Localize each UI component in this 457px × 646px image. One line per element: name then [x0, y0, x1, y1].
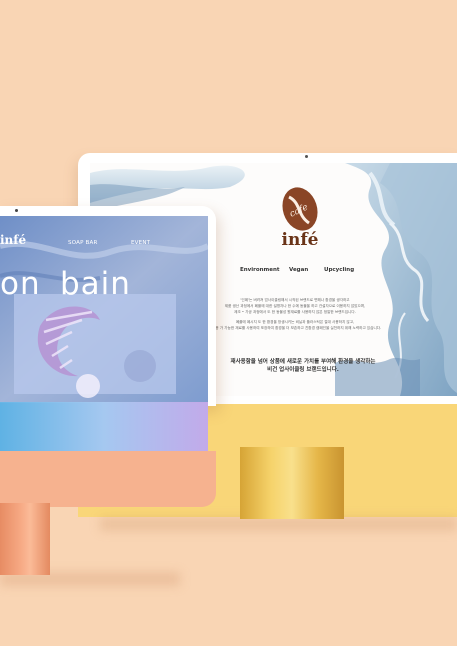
intro-paragraph: '인페'는 버려져 업사이클링해서 시작된 브랜드로 변해나 환경을 생각하고 … — [185, 297, 405, 331]
back-stand-shadow — [100, 517, 457, 531]
back-monitor-stand — [240, 447, 344, 519]
holographic-strip — [0, 403, 208, 451]
brand-name: infé — [281, 230, 319, 250]
slogan-line: 비건 업사이클링 브랜드입니다. — [267, 367, 339, 373]
front-monitor-chin — [0, 451, 216, 507]
webcam-icon — [15, 209, 18, 212]
hero-word-bain: bain — [60, 266, 131, 302]
front-website-screen — [0, 216, 208, 403]
webcam-icon — [305, 155, 308, 158]
coffee-bean-logo-icon: cafe — [282, 187, 318, 231]
nav-soap-bar[interactable]: SOAP BAR — [68, 240, 98, 246]
soap-hero-image — [0, 216, 208, 403]
hero-word-on: on — [0, 266, 41, 302]
nav-environment[interactable]: Environment — [240, 267, 280, 273]
nav-event[interactable]: EVENT — [131, 240, 150, 246]
slogan: 재사용함을 넘어 상품에 새로운 가치를 부여해 환경을 생각하는 비건 업사이… — [208, 358, 398, 374]
front-logo: infé — [0, 233, 27, 247]
intro-line: 재활용 가 가능한 재료를 사용하여 포장하여 환경을 더 보존하고 친환경 캠… — [208, 326, 382, 330]
nav-upcycling[interactable]: Upcycling — [324, 267, 354, 273]
nav-vegan[interactable]: Vegan — [289, 267, 308, 273]
front-monitor-stand — [0, 503, 50, 575]
slogan-line: 재사용함을 넘어 상품에 새로운 가치를 부여해 환경을 생각하는 — [230, 359, 376, 365]
